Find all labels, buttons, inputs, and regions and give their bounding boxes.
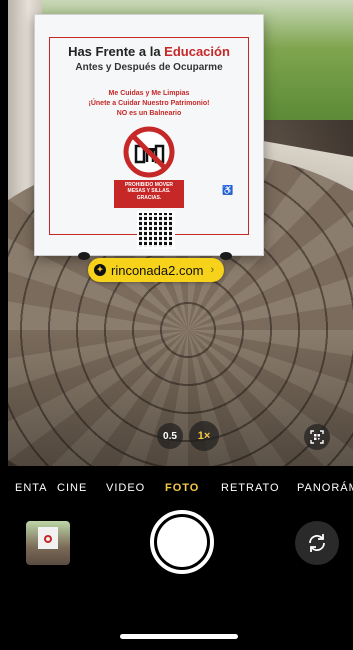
sign-title-highlight: Educación: [164, 44, 230, 59]
qr-code-image: [137, 211, 175, 249]
zoom-0-5-button[interactable]: 0.5: [157, 423, 183, 449]
mode-panorama[interactable]: PANORÁMICA: [297, 482, 353, 494]
acrylic-sign: Has Frente a la Educación Antes y Despué…: [34, 14, 264, 256]
sign-title-main: Has Frente a la: [68, 44, 165, 59]
sign-line-3: NO es un Balneario: [116, 110, 182, 117]
zoom-selector: 0.5 1×: [157, 421, 219, 451]
warning-box: PROHIBIDO MOVER MESAS Y SILLAS. GRACIAS.: [114, 180, 184, 208]
warning-line-3: GRACIAS.: [136, 194, 162, 201]
sign-title: Has Frente a la Educación: [50, 44, 248, 59]
accessibility-icon: ♿: [222, 185, 234, 195]
shutter-button[interactable]: [150, 510, 214, 574]
sign-stand-foot-right: [220, 252, 232, 260]
mode-cinematic[interactable]: CINE: [57, 482, 87, 494]
detected-link-chip[interactable]: ✦ rinconada2.com ›: [88, 258, 225, 282]
mode-time-lapse[interactable]: ENTA: [15, 482, 48, 494]
thumbnail-preview: [38, 527, 58, 549]
chevron-right-icon: ›: [210, 264, 215, 276]
home-indicator[interactable]: [120, 634, 238, 639]
sign-border: Has Frente a la Educación Antes y Despué…: [49, 37, 249, 235]
sign-line-2: ¡Únete a Cuidar Nuestro Patrimonio!: [88, 100, 210, 107]
compass-icon: ✦: [94, 264, 106, 276]
qr-scan-button[interactable]: [304, 424, 330, 450]
camera-flip-icon: [309, 534, 325, 552]
mode-photo[interactable]: FOTO: [165, 482, 199, 494]
mode-portrait[interactable]: RETRATO: [221, 482, 280, 494]
camera-viewfinder[interactable]: Has Frente a la Educación Antes y Despué…: [8, 0, 353, 466]
camera-mode-selector: ENTA CINE VIDEO FOTO RETRATO PANORÁMICA: [0, 480, 353, 500]
sign-stand-foot-left: [78, 252, 90, 260]
zoom-1x-button[interactable]: 1×: [189, 421, 219, 451]
flip-camera-button[interactable]: [295, 521, 339, 565]
no-moving-furniture-icon: [123, 126, 175, 178]
last-photo-thumbnail[interactable]: [26, 521, 70, 565]
sign-line-1: Me Cuidas y Me Limpias: [108, 90, 190, 97]
link-chip-text: rinconada2.com: [111, 262, 204, 278]
sign-subtitle: Antes y Después de Ocuparme: [75, 62, 223, 73]
qr-scan-icon: [310, 430, 324, 444]
mode-video[interactable]: VIDEO: [106, 482, 145, 494]
shutter-inner: [157, 517, 207, 567]
